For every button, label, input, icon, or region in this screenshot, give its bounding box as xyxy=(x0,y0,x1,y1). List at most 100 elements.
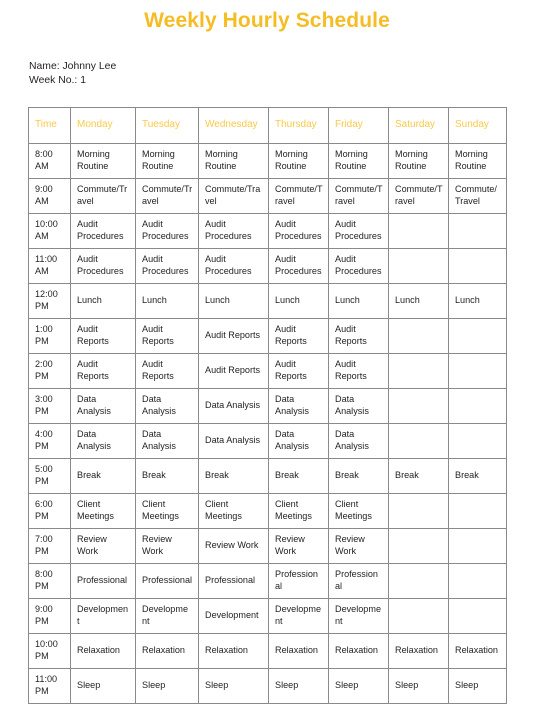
schedule-cell: Professional xyxy=(135,562,199,599)
time-cell: 4:00 PM xyxy=(28,422,71,459)
schedule-cell xyxy=(448,492,507,529)
time-cell: 6:00 PM xyxy=(28,492,71,529)
schedule-cell: Review Work xyxy=(70,527,136,564)
schedule-cell: Data Analysis xyxy=(70,422,136,459)
schedule-cell: Sleep xyxy=(135,667,199,704)
schedule-cell: Professional xyxy=(328,562,389,599)
schedule-cell: Lunch xyxy=(135,282,199,319)
column-header-sunday: Sunday xyxy=(448,106,507,144)
table-row: 1:00 PM Audit Reports Audit Reports Audit R… xyxy=(28,317,507,354)
table-row: 12:00 PM Lunch Lunch Lunch Lunch Lunch Lunch Lu… xyxy=(28,282,507,319)
schedule-cell: Morning Routine xyxy=(268,142,329,179)
schedule-cell: Commute/Travel xyxy=(388,177,449,214)
schedule-cell: Morning Routine xyxy=(135,142,199,179)
schedule-cell: Review Work xyxy=(135,527,199,564)
time-cell: 3:00 PM xyxy=(28,387,71,424)
schedule-cell: Commute/Travel xyxy=(268,177,329,214)
schedule-cell: Audit Reports xyxy=(70,317,136,354)
schedule-cell: Lunch xyxy=(70,282,136,319)
page-title: Weekly Hourly Schedule xyxy=(144,9,390,32)
schedule-cell xyxy=(388,422,449,459)
schedule-cell: Audit Reports xyxy=(328,317,389,354)
schedule-cell xyxy=(388,597,449,634)
schedule-cell: Sleep xyxy=(198,667,269,704)
table-header-row: Time Monday Tuesday Wednesday Thursday Friday… xyxy=(28,106,507,144)
time-cell: 1:00 PM xyxy=(28,317,71,354)
schedule-cell xyxy=(388,352,449,389)
table-row: 9:00 AM Commute/Travel Commute/Travel Commu… xyxy=(28,177,507,214)
table-body: 8:00 AM Morning Routine Morning Routine Mor… xyxy=(28,142,507,704)
schedule-cell: Sleep xyxy=(70,667,136,704)
schedule-cell xyxy=(388,387,449,424)
schedule-cell: Sleep xyxy=(328,667,389,704)
time-cell: 12:00 PM xyxy=(28,282,71,319)
schedule-cell: Audit Procedures xyxy=(268,247,329,284)
schedule-cell: Break xyxy=(135,457,199,494)
time-cell: 10:00 AM xyxy=(28,212,71,249)
schedule-cell: Audit Procedures xyxy=(198,212,269,249)
schedule-cell: Review Work xyxy=(268,527,329,564)
schedule-cell: Data Analysis xyxy=(70,387,136,424)
schedule-cell: Break xyxy=(268,457,329,494)
schedule-cell xyxy=(388,492,449,529)
schedule-cell: Audit Reports xyxy=(268,317,329,354)
table-row: 6:00 PM Client Meetings Client Meetings Cli… xyxy=(28,492,507,529)
time-cell: 9:00 AM xyxy=(28,177,71,214)
time-cell: 10:00 PM xyxy=(28,632,71,669)
schedule-cell: Client Meetings xyxy=(268,492,329,529)
schedule-cell: Break xyxy=(448,457,507,494)
time-cell: 11:00 AM xyxy=(28,247,71,284)
schedule-cell: Professional xyxy=(268,562,329,599)
schedule-cell: Break xyxy=(70,457,136,494)
schedule-cell: Break xyxy=(388,457,449,494)
column-header-friday: Friday xyxy=(328,106,389,144)
time-cell: 8:00 AM xyxy=(28,142,71,179)
schedule-cell: Break xyxy=(198,457,269,494)
schedule-cell: Audit Reports xyxy=(135,352,199,389)
schedule-cell: Client Meetings xyxy=(198,492,269,529)
time-cell: 9:00 PM xyxy=(28,597,71,634)
column-header-saturday: Saturday xyxy=(388,106,449,144)
schedule-cell: Development xyxy=(70,597,136,634)
schedule-cell: Relaxation xyxy=(268,632,329,669)
column-header-time: Time xyxy=(28,106,71,144)
schedule-cell: Morning Routine xyxy=(448,142,507,179)
schedule-cell: Morning Routine xyxy=(70,142,136,179)
schedule-cell: Audit Procedures xyxy=(135,212,199,249)
schedule-cell: Lunch xyxy=(328,282,389,319)
week-number-line: Week No.: 1 xyxy=(29,74,86,86)
schedule-page: Weekly Hourly Schedule Name: Johnny Lee … xyxy=(0,0,534,704)
table-row: 3:00 PM Data Analysis Data Analysis Data An… xyxy=(28,387,507,424)
schedule-cell xyxy=(448,212,507,249)
schedule-cell: Professional xyxy=(198,562,269,599)
schedule-cell: Relaxation xyxy=(70,632,136,669)
schedule-cell: Relaxation xyxy=(328,632,389,669)
time-cell: 11:00 PM xyxy=(28,667,71,704)
schedule-cell: Relaxation xyxy=(388,632,449,669)
schedule-cell: Morning Routine xyxy=(198,142,269,179)
table-row: 10:00 PM Relaxation Relaxation Relaxation Re… xyxy=(28,632,507,669)
table-row: 8:00 AM Morning Routine Morning Routine Mor… xyxy=(28,142,507,179)
schedule-cell: Data Analysis xyxy=(268,422,329,459)
schedule-cell: Audit Procedures xyxy=(328,247,389,284)
schedule-cell xyxy=(448,317,507,354)
name-line: Name: Johnny Lee xyxy=(29,61,117,73)
schedule-cell: Development xyxy=(135,597,199,634)
schedule-cell: Data Analysis xyxy=(198,422,269,459)
schedule-meta: Name: Johnny Lee Week No.: 1 xyxy=(29,60,534,87)
schedule-cell xyxy=(388,212,449,249)
weekly-schedule-table: Time Monday Tuesday Wednesday Thursday Friday… xyxy=(28,106,507,704)
column-header-tuesday: Tuesday xyxy=(135,106,199,144)
schedule-cell: Sleep xyxy=(268,667,329,704)
schedule-cell: Audit Reports xyxy=(198,317,269,354)
schedule-cell xyxy=(388,247,449,284)
schedule-cell xyxy=(448,247,507,284)
schedule-cell: Audit Reports xyxy=(135,317,199,354)
schedule-table-wrapper: Time Monday Tuesday Wednesday Thursday Friday… xyxy=(28,106,507,704)
column-header-thursday: Thursday xyxy=(268,106,329,144)
table-row: 11:00 PM Sleep Sleep Sleep Sleep Sleep Sleep Sl… xyxy=(28,667,507,704)
schedule-cell: Development xyxy=(328,597,389,634)
schedule-cell: Commute/Travel xyxy=(328,177,389,214)
column-header-wednesday: Wednesday xyxy=(198,106,269,144)
schedule-cell: Lunch xyxy=(388,282,449,319)
